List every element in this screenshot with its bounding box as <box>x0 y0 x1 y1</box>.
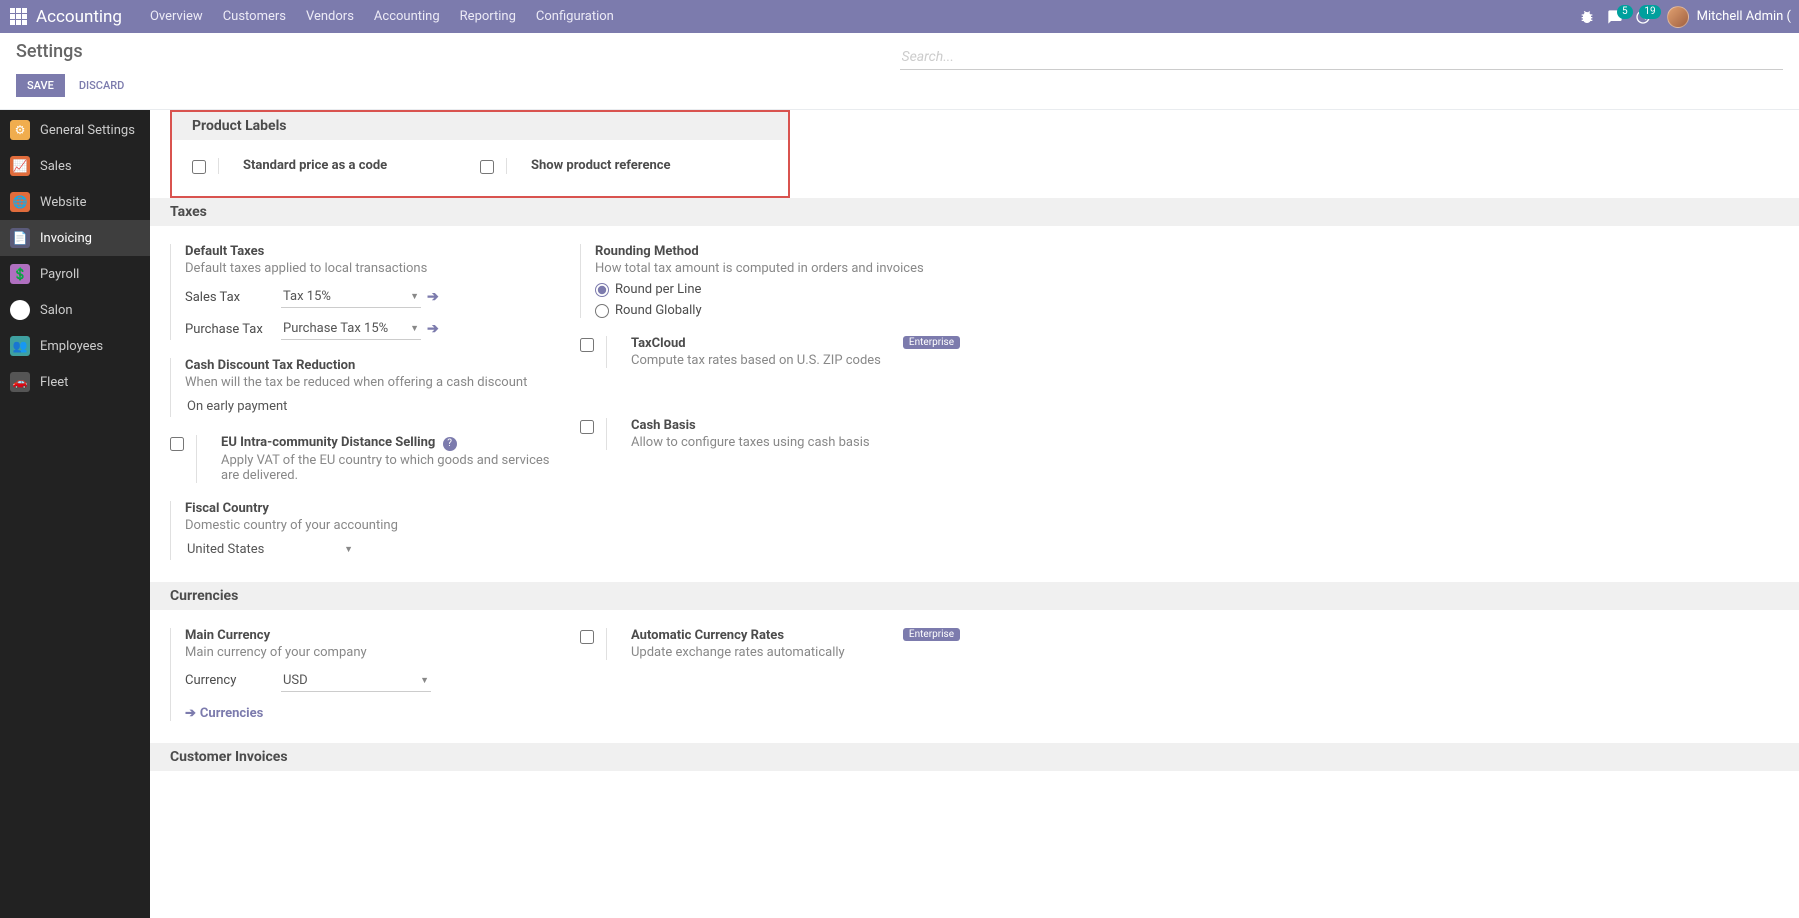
chevron-down-icon: ▼ <box>420 675 429 686</box>
sidebar-item-label: General Settings <box>40 123 135 138</box>
globe-icon: 🌐 <box>10 192 30 212</box>
sidebar-item-general[interactable]: ⚙ General Settings <box>0 112 150 148</box>
sidebar-item-invoicing[interactable]: 📄 Invoicing <box>0 220 150 256</box>
help-icon[interactable]: ? <box>443 437 457 451</box>
save-button[interactable]: SAVE <box>16 74 65 97</box>
invoice-icon: 📄 <box>10 228 30 248</box>
purchase-tax-arrow-icon[interactable]: ➔ <box>427 321 439 337</box>
cash-basis-desc: Allow to configure taxes using cash basi… <box>631 435 970 450</box>
sidebar-item-label: Invoicing <box>40 231 92 246</box>
top-navbar: Accounting Overview Customers Vendors Ac… <box>0 0 1799 33</box>
nav-configuration[interactable]: Configuration <box>526 0 624 33</box>
apps-icon[interactable] <box>10 8 28 26</box>
main-currency-desc: Main currency of your company <box>185 645 560 660</box>
nav-accounting[interactable]: Accounting <box>364 0 450 33</box>
sidebar-item-label: Sales <box>40 159 72 174</box>
default-taxes-desc: Default taxes applied to local transacti… <box>185 261 560 276</box>
fiscal-country-title: Fiscal Country <box>185 501 560 516</box>
opt-show-reference-label: Show product reference <box>531 158 748 173</box>
page-title: Settings <box>16 41 134 62</box>
cash-basis-title: Cash Basis <box>631 418 970 433</box>
sidebar-item-label: Fleet <box>40 375 68 390</box>
debug-icon[interactable] <box>1579 9 1595 25</box>
sidebar-item-label: Payroll <box>40 267 79 282</box>
section-taxes: Taxes <box>150 198 1799 226</box>
cash-discount-select[interactable]: On early payment <box>185 396 345 417</box>
gear-icon: ⚙ <box>10 120 30 140</box>
checkbox-show-reference[interactable] <box>480 160 494 174</box>
eu-desc: Apply VAT of the EU country to which goo… <box>221 453 560 483</box>
settings-content: Product Labels Standard price as a code <box>150 110 1799 918</box>
checkbox-standard-price[interactable] <box>192 160 206 174</box>
main-currency-title: Main Currency <box>185 628 560 643</box>
sidebar-item-website[interactable]: 🌐 Website <box>0 184 150 220</box>
radio-round-global[interactable]: Round Globally <box>595 303 970 318</box>
currency-select[interactable]: USD▼ <box>281 670 431 692</box>
opt-standard-price-label: Standard price as a code <box>243 158 460 173</box>
discard-button[interactable]: DISCARD <box>69 75 135 96</box>
radio-round-line[interactable]: Round per Line <box>595 282 970 297</box>
chevron-down-icon: ▼ <box>410 291 419 302</box>
checkbox-eu-distance[interactable] <box>170 437 184 451</box>
cash-discount-desc: When will the tax be reduced when offeri… <box>185 375 560 390</box>
chevron-down-icon: ▼ <box>410 323 419 334</box>
settings-sidebar: ⚙ General Settings 📈 Sales 🌐 Website 📄 I… <box>0 110 150 918</box>
sidebar-item-payroll[interactable]: 💲 Payroll <box>0 256 150 292</box>
messages-badge: 5 <box>1617 5 1633 19</box>
purchase-tax-select[interactable]: Purchase Tax 15%▼ <box>281 318 421 340</box>
nav-vendors[interactable]: Vendors <box>296 0 364 33</box>
taxcloud-desc: Compute tax rates based on U.S. ZIP code… <box>631 353 970 368</box>
checkbox-cash-basis[interactable] <box>580 420 594 434</box>
chevron-down-icon: ▼ <box>344 544 353 555</box>
sidebar-item-salon[interactable]: Salon <box>0 292 150 328</box>
sidebar-item-fleet[interactable]: 🚗 Fleet <box>0 364 150 400</box>
people-icon: 👥 <box>10 336 30 356</box>
sidebar-item-label: Website <box>40 195 87 210</box>
nav-overview[interactable]: Overview <box>140 0 213 33</box>
sidebar-item-sales[interactable]: 📈 Sales <box>0 148 150 184</box>
sidebar-item-employees[interactable]: 👥 Employees <box>0 328 150 364</box>
user-menu[interactable]: Mitchell Admin ( <box>1667 6 1791 28</box>
section-customer-invoices: Customer Invoices <box>150 743 1799 771</box>
currency-label: Currency <box>185 673 281 688</box>
rounding-desc: How total tax amount is computed in orde… <box>595 261 970 276</box>
avatar <box>1667 6 1689 28</box>
enterprise-badge: Enterprise <box>903 628 960 641</box>
control-panel: Settings SAVE DISCARD <box>0 33 1799 110</box>
eu-title: EU Intra-community Distance Selling <box>221 435 435 450</box>
messages-icon[interactable]: 5 <box>1607 9 1623 25</box>
fiscal-country-select[interactable]: United States▼ <box>185 539 355 560</box>
fiscal-country-desc: Domestic country of your accounting <box>185 518 560 533</box>
sales-tax-select[interactable]: Tax 15%▼ <box>281 286 421 308</box>
chart-icon: 📈 <box>10 156 30 176</box>
activity-icon[interactable]: 19 <box>1635 9 1651 25</box>
brand-title[interactable]: Accounting <box>36 7 122 27</box>
nav-customers[interactable]: Customers <box>213 0 296 33</box>
salon-icon <box>10 300 30 320</box>
section-product-labels: Product Labels <box>172 112 788 140</box>
auto-currency-desc: Update exchange rates automatically <box>631 645 970 660</box>
currencies-link[interactable]: ➔Currencies <box>185 706 263 721</box>
arrow-right-icon: ➔ <box>185 706 196 721</box>
sidebar-item-label: Salon <box>40 303 73 318</box>
user-name: Mitchell Admin ( <box>1697 9 1791 24</box>
sidebar-item-label: Employees <box>40 339 103 354</box>
sales-tax-label: Sales Tax <box>185 290 281 305</box>
default-taxes-title: Default Taxes <box>185 244 560 259</box>
checkbox-auto-currency[interactable] <box>580 630 594 644</box>
cash-discount-title: Cash Discount Tax Reduction <box>185 358 560 373</box>
purchase-tax-label: Purchase Tax <box>185 322 281 337</box>
section-currencies: Currencies <box>150 582 1799 610</box>
rounding-title: Rounding Method <box>595 244 970 259</box>
search-input[interactable] <box>900 45 1784 70</box>
sales-tax-arrow-icon[interactable]: ➔ <box>427 289 439 305</box>
activity-badge: 19 <box>1639 5 1660 19</box>
enterprise-badge: Enterprise <box>903 336 960 349</box>
car-icon: 🚗 <box>10 372 30 392</box>
nav-reporting[interactable]: Reporting <box>450 0 526 33</box>
payroll-icon: 💲 <box>10 264 30 284</box>
checkbox-taxcloud[interactable] <box>580 338 594 352</box>
